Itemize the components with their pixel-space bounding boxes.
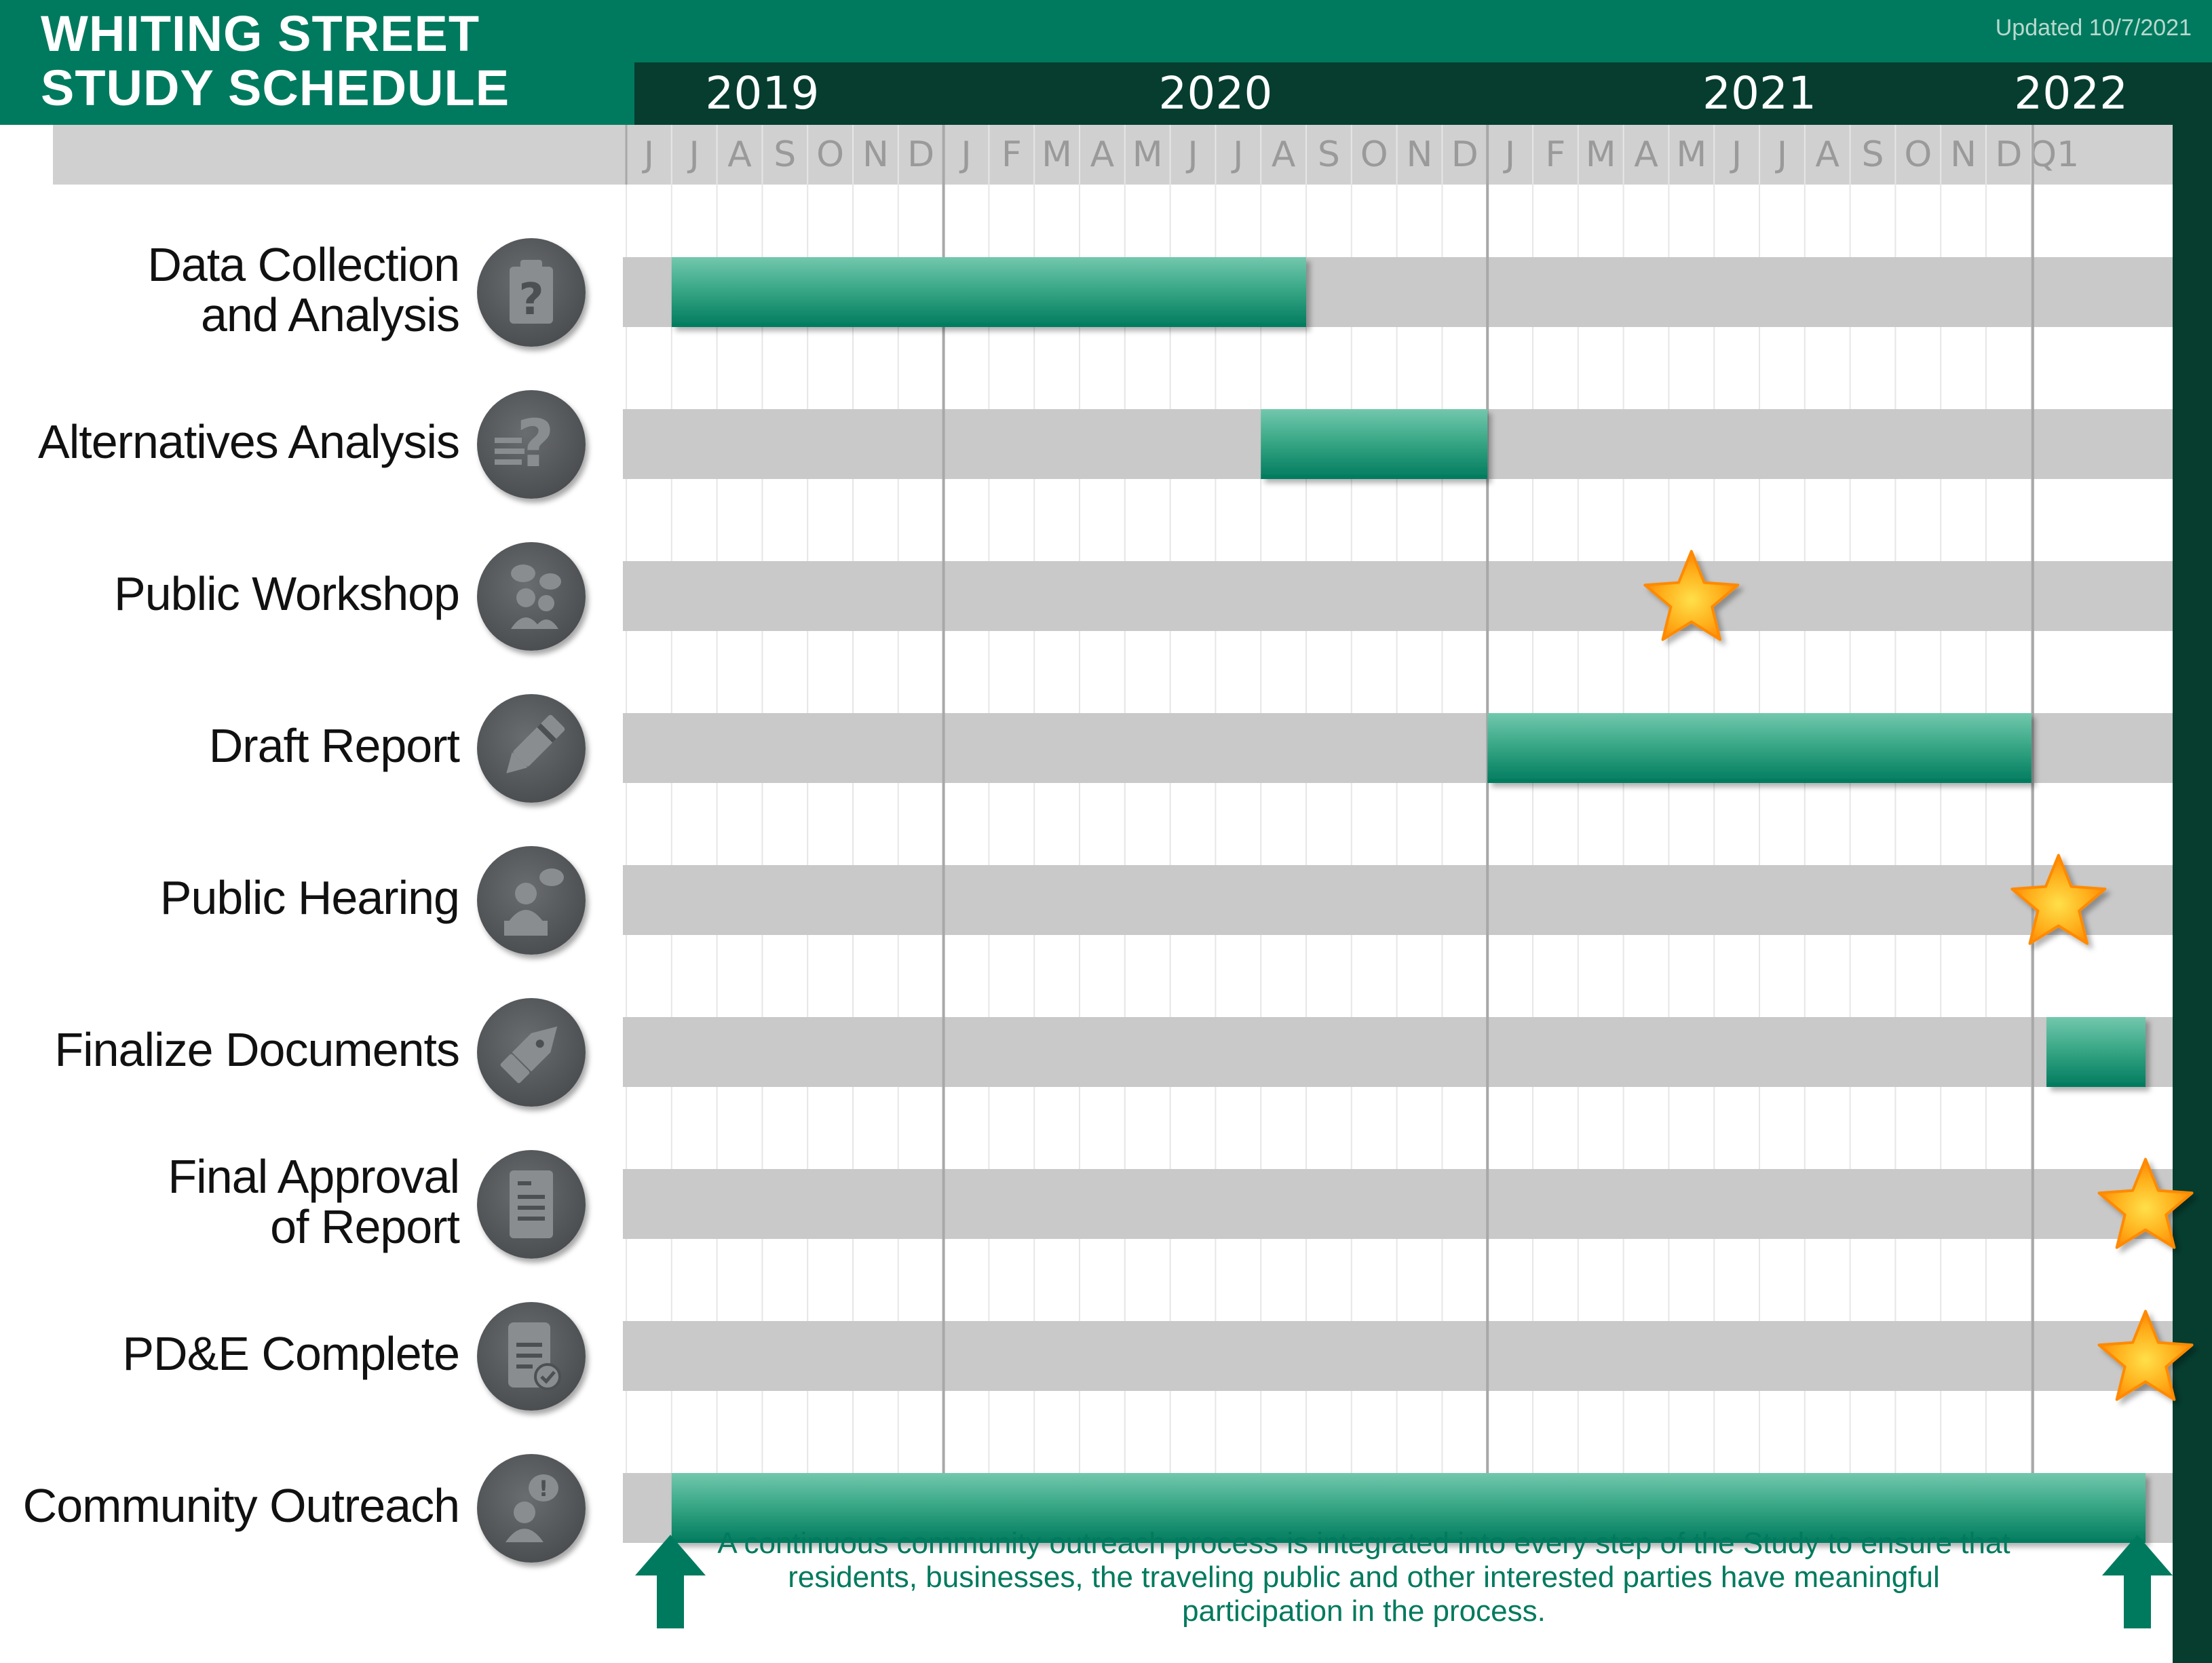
complete-document-icon [477,1301,586,1411]
task-label: Community Outreach [22,1478,460,1532]
draft-pen-icon [477,693,586,803]
question-icon: ? [477,389,586,499]
public-hearing-icon [477,845,586,955]
community-outreach-icon: ! [477,1453,586,1563]
row-band [623,561,2173,631]
task-label: Alternatives Analysis [38,415,460,468]
row-band [623,1321,2173,1391]
task-bar [671,257,1306,327]
svg-text:?: ? [518,275,544,325]
row-band [623,1017,2173,1087]
task-label: PD&E Complete [122,1326,460,1380]
task-label: Draft Report [208,719,460,772]
task-label: Data Collection and Analysis [147,237,460,341]
workshop-people-icon [477,541,586,651]
outreach-note: A continuous community outreach process … [717,1527,2010,1628]
row-band [623,1169,2173,1239]
row-band [623,865,2173,935]
task-bar [1261,409,1488,479]
document-approval-icon [477,1149,586,1259]
clipboard-question-icon: ? [477,237,586,347]
svg-text:!: ! [539,1476,549,1502]
up-arrow-icon [635,1535,706,1628]
up-arrow-icon [2102,1535,2173,1628]
finalize-pen-icon [477,997,586,1107]
year-dividers [625,125,2034,1527]
task-bar [2046,1017,2146,1087]
task-label: Finalize Documents [54,1022,460,1076]
task-bar [1487,713,2032,783]
task-label: Final Approval of Report [168,1149,460,1253]
grid-lines [626,125,2032,1527]
svg-text:?: ? [516,406,554,482]
task-label: Public Hearing [159,871,460,924]
task-label: Public Workshop [114,567,460,620]
